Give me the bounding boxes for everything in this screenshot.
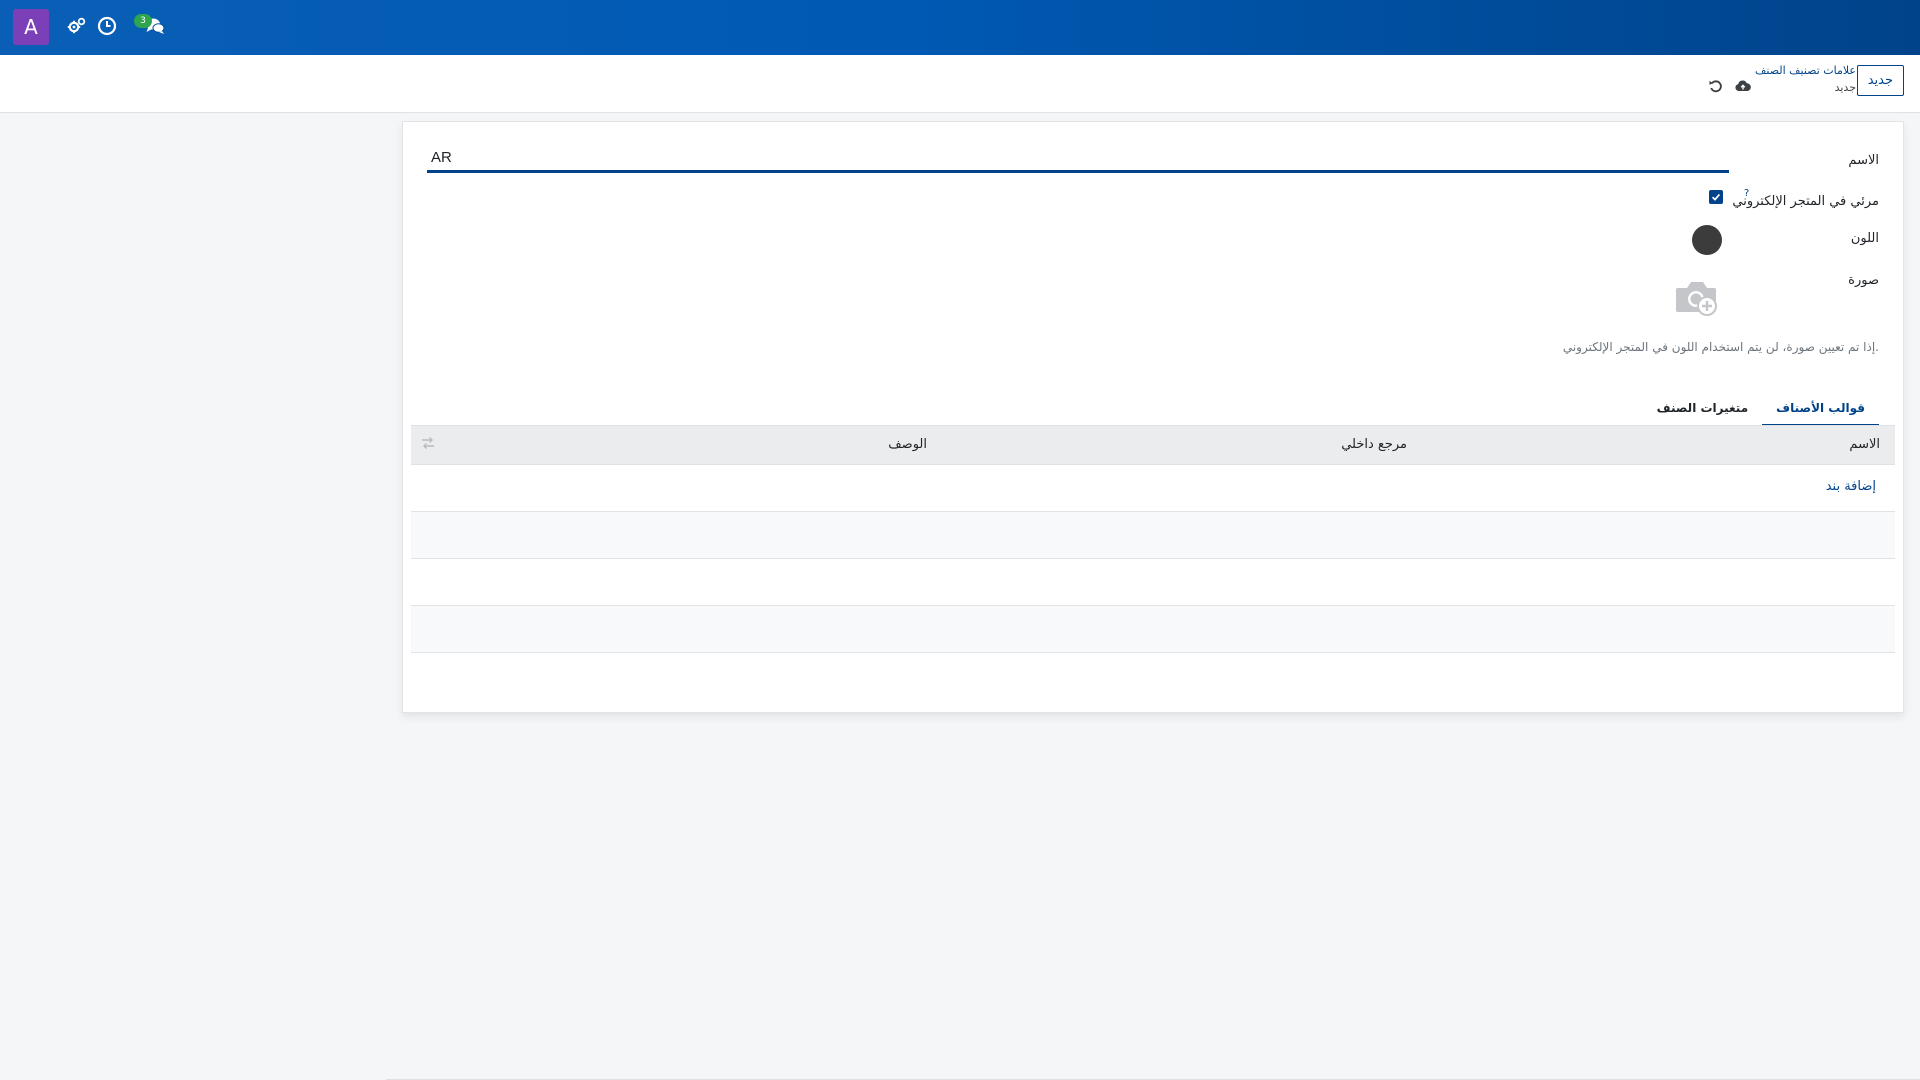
user-avatar[interactable]: A	[13, 9, 49, 45]
cloud-upload-icon[interactable]	[1734, 77, 1752, 95]
color-picker-swatch[interactable]	[1692, 225, 1722, 255]
chat-count-badge: 3	[134, 14, 152, 28]
tab-product-templates[interactable]: قوالب الأصناف	[1762, 392, 1879, 426]
add-line-button[interactable]: إضافة بند	[1826, 479, 1876, 494]
notebook-tabs: قوالب الأصناف متغيرات الصنف	[1643, 392, 1879, 426]
breadcrumb-parent-link[interactable]: علامات تصنيف الصنف	[1755, 64, 1856, 77]
camera-add-icon[interactable]	[1674, 276, 1720, 318]
control-panel: جديد علامات تصنيف الصنف جديد	[0, 55, 1920, 113]
image-label: صورة	[1848, 273, 1879, 288]
new-button[interactable]: جديد	[1856, 65, 1904, 96]
column-header-name[interactable]: الاسم	[1849, 437, 1880, 452]
table-row	[411, 512, 1895, 559]
name-label: الاسم	[1848, 153, 1879, 168]
top-navbar: A 3	[0, 0, 1920, 55]
tab-product-variants[interactable]: متغيرات الصنف	[1643, 392, 1762, 426]
table-row-add: إضافة بند	[411, 465, 1895, 512]
clock-icon[interactable]	[95, 14, 119, 38]
ecommerce-help-tooltip[interactable]: ?	[1744, 188, 1749, 199]
product-templates-table: الاسم مرجع داخلي الوصف إضافة بند	[411, 425, 1895, 653]
discard-undo-icon[interactable]	[1707, 77, 1725, 95]
breadcrumb-current: جديد	[1834, 81, 1856, 94]
color-label: اللون	[1850, 231, 1879, 246]
name-input[interactable]	[427, 144, 1729, 173]
form-sheet: الاسم مرئي في المتجر الإلكتروني ? اللون …	[402, 121, 1904, 713]
optional-columns-toggle-icon[interactable]	[420, 435, 436, 451]
table-header: الاسم مرجع داخلي الوصف	[411, 426, 1895, 465]
column-header-internal-ref[interactable]: مرجع داخلي	[1341, 437, 1407, 452]
image-hint-text: إذا تم تعيين صورة، لن يتم استخدام اللون …	[1562, 340, 1879, 354]
column-header-description[interactable]: الوصف	[888, 437, 927, 452]
checkmark-icon	[1711, 193, 1721, 201]
table-row	[411, 606, 1895, 653]
table-row	[411, 559, 1895, 606]
ecommerce-visible-checkbox[interactable]	[1709, 190, 1723, 204]
ecommerce-visibility-label: مرئي في المتجر الإلكتروني	[1732, 194, 1879, 209]
settings-gears-icon[interactable]	[65, 14, 89, 38]
